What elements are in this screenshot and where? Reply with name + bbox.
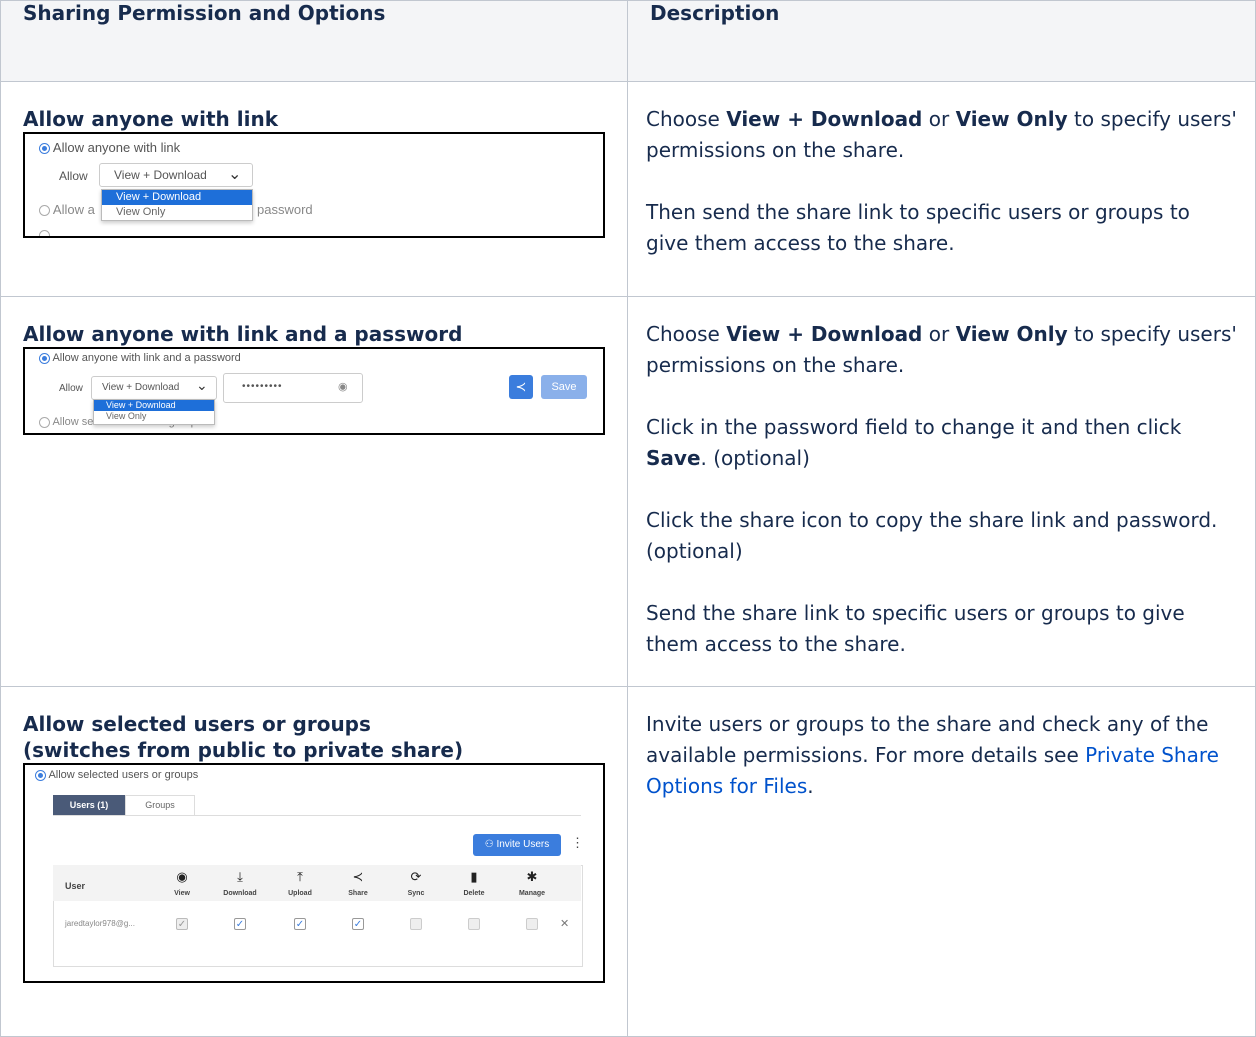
description-paragraph: Choose View + Download or View Only to s… bbox=[646, 107, 1237, 162]
description-cell: Choose View + Download or View Only to s… bbox=[627, 81, 1256, 297]
checkbox-download[interactable]: ✓ bbox=[234, 918, 246, 930]
dropdown-option[interactable]: View + Download bbox=[102, 190, 252, 205]
description-cell: Invite users or groups to the share and … bbox=[627, 686, 1256, 1037]
row-subtitle: (switches from public to private share) bbox=[23, 738, 464, 762]
row-title: Allow anyone with link and a password bbox=[23, 322, 463, 346]
close-icon[interactable]: ✕ bbox=[560, 917, 569, 930]
description-paragraph: Invite users or groups to the share and … bbox=[646, 712, 1219, 798]
add-user-icon: ⚇ bbox=[484, 839, 497, 850]
radio-unselected-icon[interactable] bbox=[39, 230, 50, 236]
permissions-table: Sharing Permission and Options Descripti… bbox=[0, 0, 1256, 1037]
option-cell: Allow anyone with link and a password Al… bbox=[0, 296, 628, 687]
row-title: Allow anyone with link bbox=[23, 107, 278, 131]
sync-icon: ⟳ bbox=[410, 869, 422, 884]
save-button[interactable]: Save bbox=[541, 375, 587, 399]
gear-icon: ✱ bbox=[526, 869, 538, 884]
column-upload: Upload bbox=[288, 890, 312, 897]
eye-icon[interactable]: ◉ bbox=[338, 380, 348, 393]
table-row: Allow anyone with link Allow anyone with… bbox=[0, 81, 1256, 297]
option-cell: Allow anyone with link Allow anyone with… bbox=[0, 81, 628, 297]
column-view: View bbox=[174, 890, 190, 897]
header-description: Description bbox=[627, 0, 1256, 82]
description-paragraph: Then send the share link to specific use… bbox=[646, 200, 1190, 255]
column-download: Download bbox=[223, 890, 257, 897]
checkbox-sync[interactable] bbox=[410, 918, 422, 930]
row-title: Allow selected users or groups bbox=[23, 712, 371, 736]
screenshot-link-only: Allow anyone with link Allow View + Down… bbox=[23, 132, 605, 238]
dropdown-option[interactable]: View + Download bbox=[94, 400, 214, 411]
tab-users[interactable]: Users (1) bbox=[53, 795, 125, 815]
table-row: Allow selected users or groups (switches… bbox=[0, 686, 1256, 1037]
description-paragraph: Send the share link to specific users or… bbox=[646, 601, 1185, 656]
screenshot-selected-users: Allow selected users or groups Users (1)… bbox=[23, 763, 605, 983]
checkbox-view[interactable]: ✓ bbox=[176, 918, 188, 930]
share-icon[interactable]: ≺ bbox=[509, 375, 533, 399]
option-cell: Allow selected users or groups (switches… bbox=[0, 686, 628, 1037]
column-sync: Sync bbox=[407, 890, 425, 897]
tab-groups[interactable]: Groups bbox=[125, 795, 195, 815]
radio-label: Allow anyone with link bbox=[52, 140, 181, 155]
description-paragraph: Click in the password field to change it… bbox=[646, 415, 1182, 470]
chevron-down-icon: ⌄ bbox=[196, 377, 208, 393]
allow-label: Allow bbox=[59, 169, 88, 183]
permission-dropdown: View + Download View Only bbox=[101, 189, 253, 221]
more-options-icon[interactable]: ⋮ bbox=[571, 835, 584, 851]
description-cell: Choose View + Download or View Only to s… bbox=[627, 296, 1256, 687]
invite-users-button[interactable]: ⚇ Invite Users bbox=[473, 834, 561, 856]
description-paragraph: Click the share icon to copy the share l… bbox=[646, 508, 1218, 563]
radio-selected-icon[interactable] bbox=[39, 352, 50, 364]
radio-selected-icon[interactable] bbox=[39, 143, 50, 155]
column-manage: Manage bbox=[518, 890, 546, 897]
trash-icon: ▮ bbox=[470, 869, 478, 884]
chevron-down-icon: ⌄ bbox=[228, 166, 242, 183]
screenshot-link-password: Allow anyone with link and a password Al… bbox=[23, 347, 605, 435]
radio-selected-icon[interactable] bbox=[35, 769, 46, 781]
permission-select[interactable]: View + Download ⌄ bbox=[91, 376, 217, 400]
checkbox-upload[interactable]: ✓ bbox=[294, 918, 306, 930]
header-row: Sharing Permission and Options Descripti… bbox=[0, 0, 1256, 82]
checkbox-manage[interactable] bbox=[526, 918, 538, 930]
column-delete: Delete bbox=[463, 890, 485, 897]
dropdown-option[interactable]: View Only bbox=[94, 411, 214, 422]
description-paragraph: Choose View + Download or View Only to s… bbox=[646, 322, 1237, 377]
permission-select[interactable]: View + Download ⌄ bbox=[99, 163, 253, 187]
radio-unselected-icon[interactable] bbox=[39, 416, 50, 428]
eye-icon: ◉ bbox=[176, 869, 188, 884]
header-sharing-options: Sharing Permission and Options bbox=[0, 0, 628, 82]
checkbox-delete[interactable] bbox=[468, 918, 480, 930]
user-email: jaredtaylor978@g... bbox=[65, 919, 135, 928]
checkbox-share[interactable]: ✓ bbox=[352, 918, 364, 930]
upload-icon: ⤒ bbox=[297, 869, 303, 884]
dropdown-option[interactable]: View Only bbox=[102, 205, 252, 220]
password-field[interactable]: ••••••••• ◉ bbox=[223, 373, 363, 403]
permission-dropdown: View + Download View Only bbox=[93, 399, 215, 425]
download-icon: ⤓ bbox=[237, 869, 243, 884]
column-user: User bbox=[65, 881, 86, 891]
table-row: Allow anyone with link and a password Al… bbox=[0, 296, 1256, 687]
column-share: Share bbox=[348, 890, 368, 897]
radio-unselected-icon[interactable] bbox=[39, 205, 50, 217]
share-icon: ≺ bbox=[352, 869, 364, 884]
